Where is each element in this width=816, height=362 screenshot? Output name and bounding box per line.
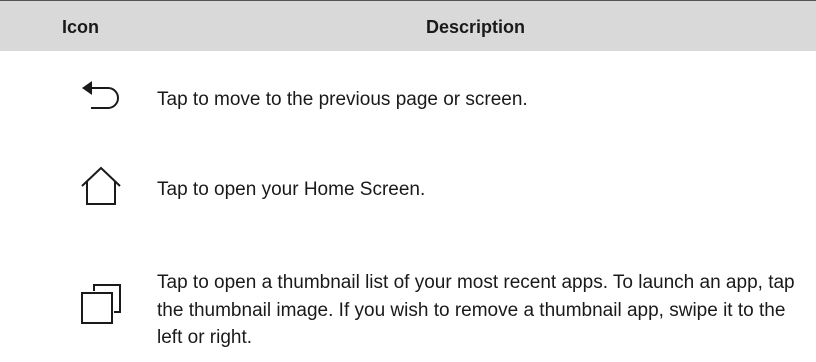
home-description: Tap to open your Home Screen. [157,179,426,200]
recent-apps-icon [80,282,122,324]
header-description-column: Description [426,17,526,37]
recent-apps-description: Tap to open a thumbnail list of your mos… [157,272,795,348]
home-icon [80,165,122,207]
back-icon [80,78,122,120]
back-description: Tap to move to the previous page or scre… [157,89,528,110]
table-header-row: Icon Description [0,0,816,51]
header-top-rule [0,0,816,1]
header-icon-column: Icon [62,17,100,37]
